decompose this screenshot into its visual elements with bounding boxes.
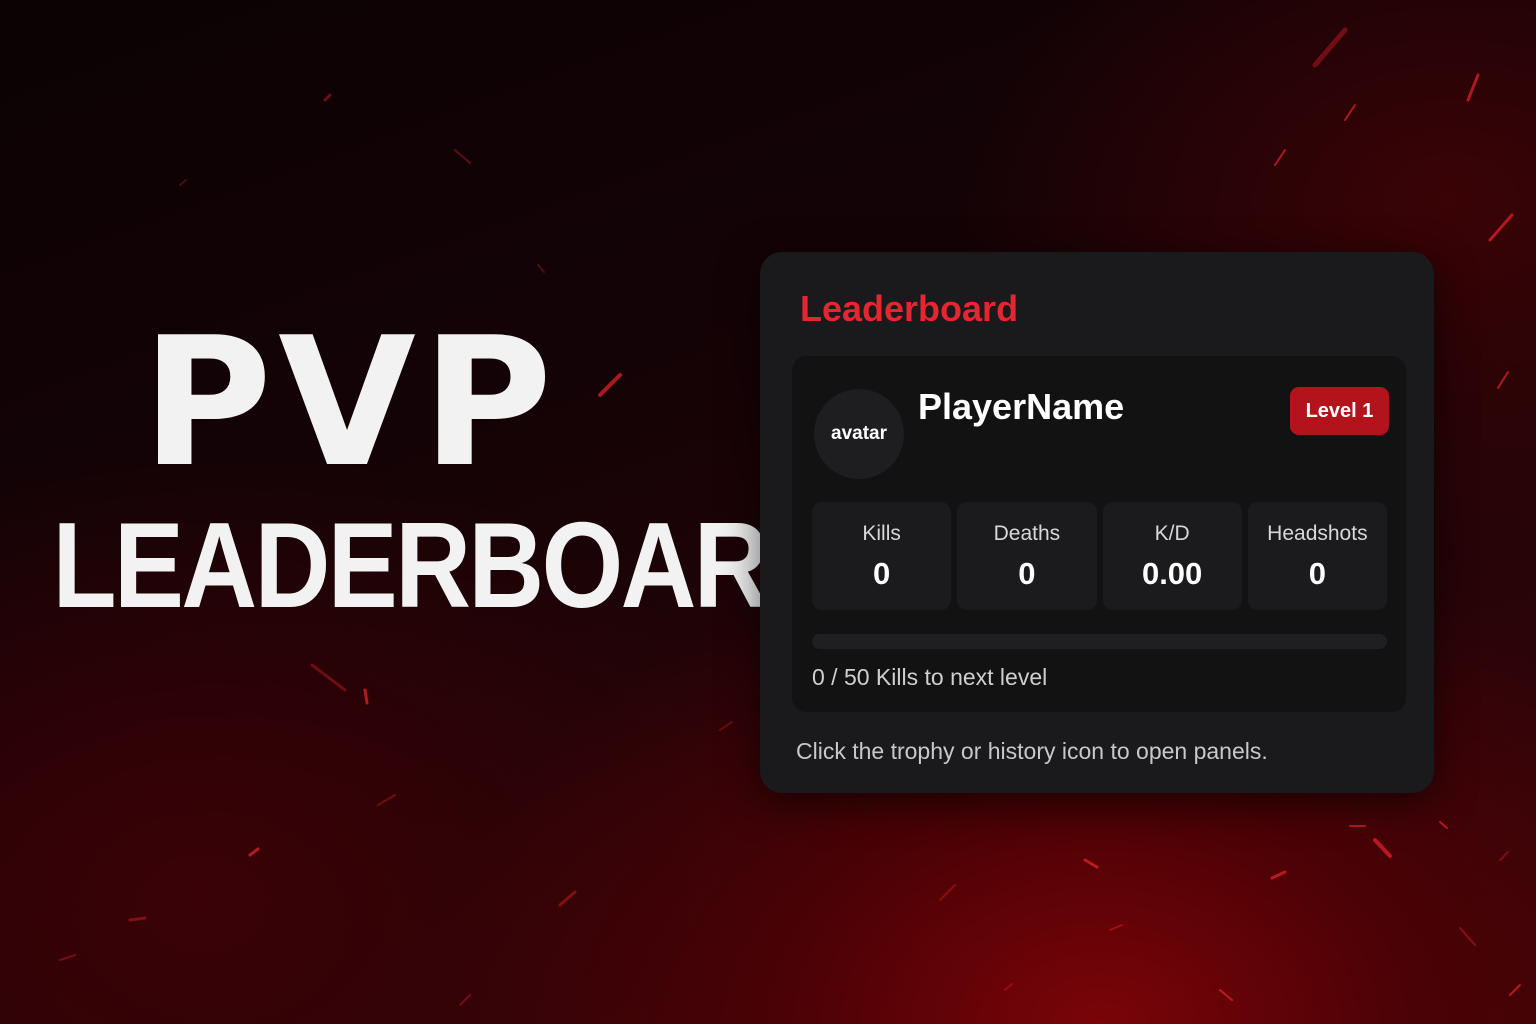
stat-value: 0 [1308, 556, 1326, 591]
hero-title-leaderboard: LEADERBOARD [52, 497, 843, 633]
stats-row: Kills 0 Deaths 0 K/D 0.00 Headshots 0 [812, 502, 1387, 610]
player-profile-panel: avatar PlayerName Level 1 Kills 0 Deaths… [792, 356, 1406, 712]
level-progress-bar [812, 634, 1387, 649]
stat-deaths: Deaths 0 [957, 502, 1097, 610]
stat-label: Kills [862, 522, 901, 545]
stat-value: 0 [1018, 556, 1036, 591]
hint-text: Click the trophy or history icon to open… [796, 738, 1268, 764]
avatar[interactable]: avatar [814, 389, 904, 479]
stat-kd: K/D 0.00 [1102, 502, 1242, 610]
level-progress-text: 0 / 50 Kills to next level [812, 664, 1048, 690]
hero-title-pvp: PVP [141, 299, 559, 506]
stat-label: Headshots [1267, 522, 1368, 545]
stat-label: Deaths [993, 522, 1061, 545]
stat-headshots: Headshots 0 [1247, 502, 1387, 610]
leaderboard-card: Leaderboard avatar PlayerName Level 1 Ki… [760, 252, 1434, 793]
stat-value: 0.00 [1141, 556, 1203, 591]
card-title: Leaderboard [800, 288, 1019, 329]
player-name: PlayerName [918, 386, 1125, 427]
stat-label: K/D [1154, 522, 1190, 545]
level-badge: Level 1 [1290, 387, 1389, 435]
hero-title: PVP LEADERBOARD [0, 299, 843, 633]
stat-kills: Kills 0 [812, 502, 952, 610]
stat-value: 0 [873, 556, 891, 591]
